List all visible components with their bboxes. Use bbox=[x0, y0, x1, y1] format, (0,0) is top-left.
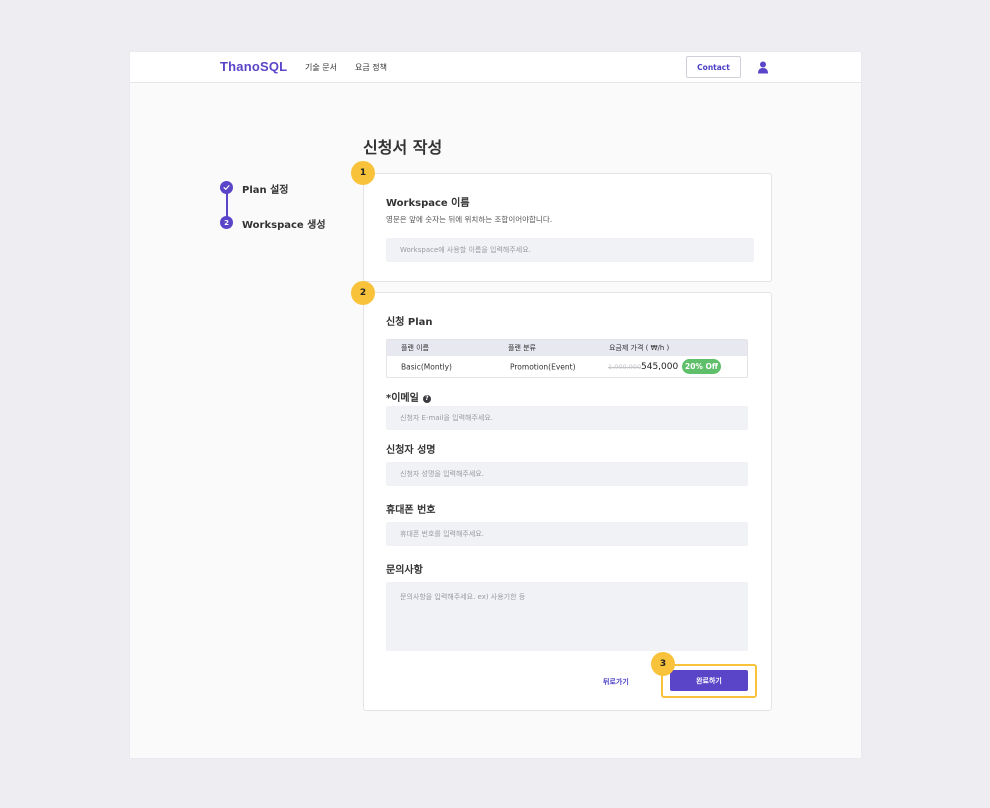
table-row: Basic(Montly) Promotion(Event) 1,000,000… bbox=[387, 356, 747, 377]
workspace-name-label: Workspace 이름 bbox=[386, 198, 470, 209]
phone-label: 휴대폰 번호 bbox=[386, 505, 436, 516]
page-title: 신청서 작성 bbox=[363, 138, 443, 157]
plan-category: Promotion(Event) bbox=[510, 362, 576, 371]
back-button[interactable]: 뒤로가기 bbox=[603, 677, 629, 687]
step-badge-3: 3 bbox=[651, 652, 675, 676]
email-label: *이메일? bbox=[386, 389, 431, 404]
workspace-name-description: 영문은 앞에 숫자는 뒤에 위치하는 조합이어야합니다. bbox=[386, 215, 553, 224]
step-number: 2 bbox=[220, 216, 233, 229]
col-plan-price: 요금제 가격 ( ₩/h ) bbox=[609, 344, 670, 352]
applicant-name-input[interactable]: 신청자 성명을 입력해주세요. bbox=[386, 462, 748, 486]
user-icon[interactable] bbox=[757, 61, 769, 74]
nav-link-pricing[interactable]: 요금 정책 bbox=[355, 62, 387, 73]
workspace-name-card: Workspace 이름 영문은 앞에 숫자는 뒤에 위치하는 조합이어야합니다… bbox=[363, 173, 772, 282]
step-badge-2: 2 bbox=[351, 281, 375, 305]
thanosql-logo[interactable]: ThanoSQL bbox=[220, 59, 287, 74]
discount-badge: 20% Off bbox=[682, 359, 721, 374]
nav-link-docs[interactable]: 기술 문서 bbox=[305, 62, 337, 73]
phone-input[interactable]: 휴대폰 번호를 입력해주세요. bbox=[386, 522, 748, 546]
question-icon[interactable]: ? bbox=[422, 395, 431, 403]
plan-table-header: 플랜 이름 플랜 분류 요금제 가격 ( ₩/h ) bbox=[387, 340, 747, 356]
step-label: Workspace 생성 bbox=[242, 220, 326, 231]
workspace-name-input[interactable]: Workspace에 사용할 이름을 입력해주세요. bbox=[386, 238, 754, 262]
original-price: 1,000,000 bbox=[608, 362, 642, 371]
submit-button[interactable]: 완료하기 bbox=[670, 670, 748, 691]
plan-table: 플랜 이름 플랜 분류 요금제 가격 ( ₩/h ) Basic(Montly)… bbox=[386, 339, 748, 378]
app-frame: ThanoSQL 기술 문서 요금 정책 Contact 신청서 작성 Plan… bbox=[130, 52, 861, 758]
top-navigation: ThanoSQL 기술 문서 요금 정책 Contact bbox=[130, 52, 861, 83]
check-icon bbox=[220, 181, 233, 194]
inquiry-textarea[interactable]: 문의사항을 입력해주세요. ex) 사용기한 등 bbox=[386, 582, 748, 651]
email-input[interactable]: 신청자 E-mail을 입력해주세요. bbox=[386, 406, 748, 430]
application-form-card: 신청 Plan 플랜 이름 플랜 분류 요금제 가격 ( ₩/h ) Basic… bbox=[363, 292, 772, 711]
col-plan-name: 플랜 이름 bbox=[401, 344, 429, 352]
step-label: Plan 설정 bbox=[242, 185, 289, 196]
col-plan-category: 플랜 분류 bbox=[508, 344, 536, 352]
inquiry-label: 문의사항 bbox=[386, 565, 423, 576]
step-badge-1: 1 bbox=[351, 161, 375, 185]
discounted-price: 545,000 bbox=[641, 361, 679, 372]
plan-label: 신청 Plan bbox=[386, 317, 433, 328]
applicant-name-label: 신청자 성명 bbox=[386, 445, 436, 456]
contact-button[interactable]: Contact bbox=[686, 56, 741, 78]
plan-name: Basic(Montly) bbox=[401, 362, 452, 371]
email-label-text: *이메일 bbox=[386, 393, 419, 404]
